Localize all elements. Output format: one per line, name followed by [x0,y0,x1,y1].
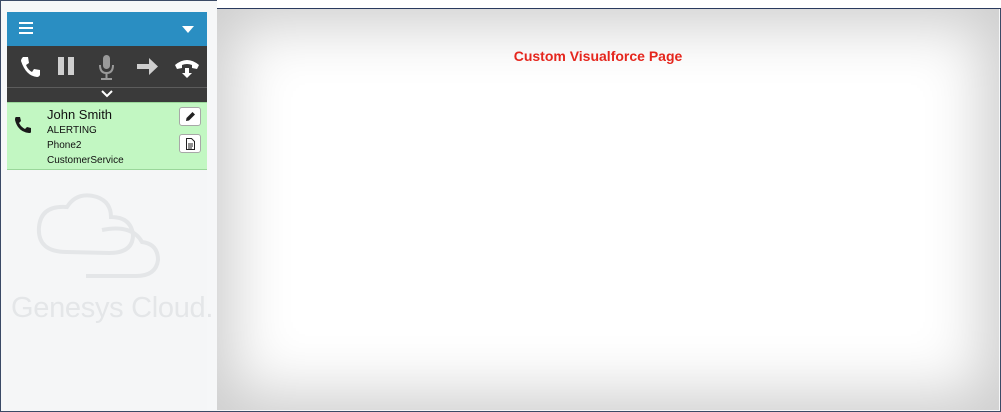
document-icon [186,138,195,150]
arrow-right-icon [137,58,158,75]
brand-text: Genesys Cloud. [11,292,214,324]
pencil-icon [186,112,195,121]
disconnect-button[interactable] [170,46,204,87]
top-strip [217,0,1001,9]
expand-toggle[interactable] [7,87,207,102]
caller-name: John Smith [47,107,113,122]
transfer-button[interactable] [130,46,164,87]
interaction-card[interactable]: John Smith ALERTING Phone2 CustomerServi… [7,102,207,170]
softphone-panel: John Smith ALERTING Phone2 CustomerServi… [7,12,213,410]
microphone-icon [99,55,114,80]
phone-icon [21,57,40,77]
softphone-header [7,12,207,46]
edit-button[interactable] [179,107,201,126]
pause-icon [58,57,74,75]
hold-button[interactable] [50,46,84,87]
notes-button[interactable] [179,134,201,153]
cloud-logo-icon [36,193,161,278]
station-name: Phone2 [47,140,82,151]
call-button[interactable] [11,46,45,87]
call-status: ALERTING [47,125,97,136]
mute-button[interactable] [90,46,124,87]
genesys-cloud-watermark: Genesys Cloud. [7,182,213,332]
phone-icon [15,117,31,133]
call-controls [7,46,207,87]
hangup-icon [175,60,199,78]
caret-down-icon[interactable] [182,26,194,33]
queue-name: CustomerService [47,155,124,166]
chevron-down-icon [101,90,113,98]
hamburger-menu-icon[interactable] [19,22,33,36]
visualforce-content-area: Custom Visualforce Page [217,9,999,410]
page-title: Custom Visualforce Page [513,48,683,64]
